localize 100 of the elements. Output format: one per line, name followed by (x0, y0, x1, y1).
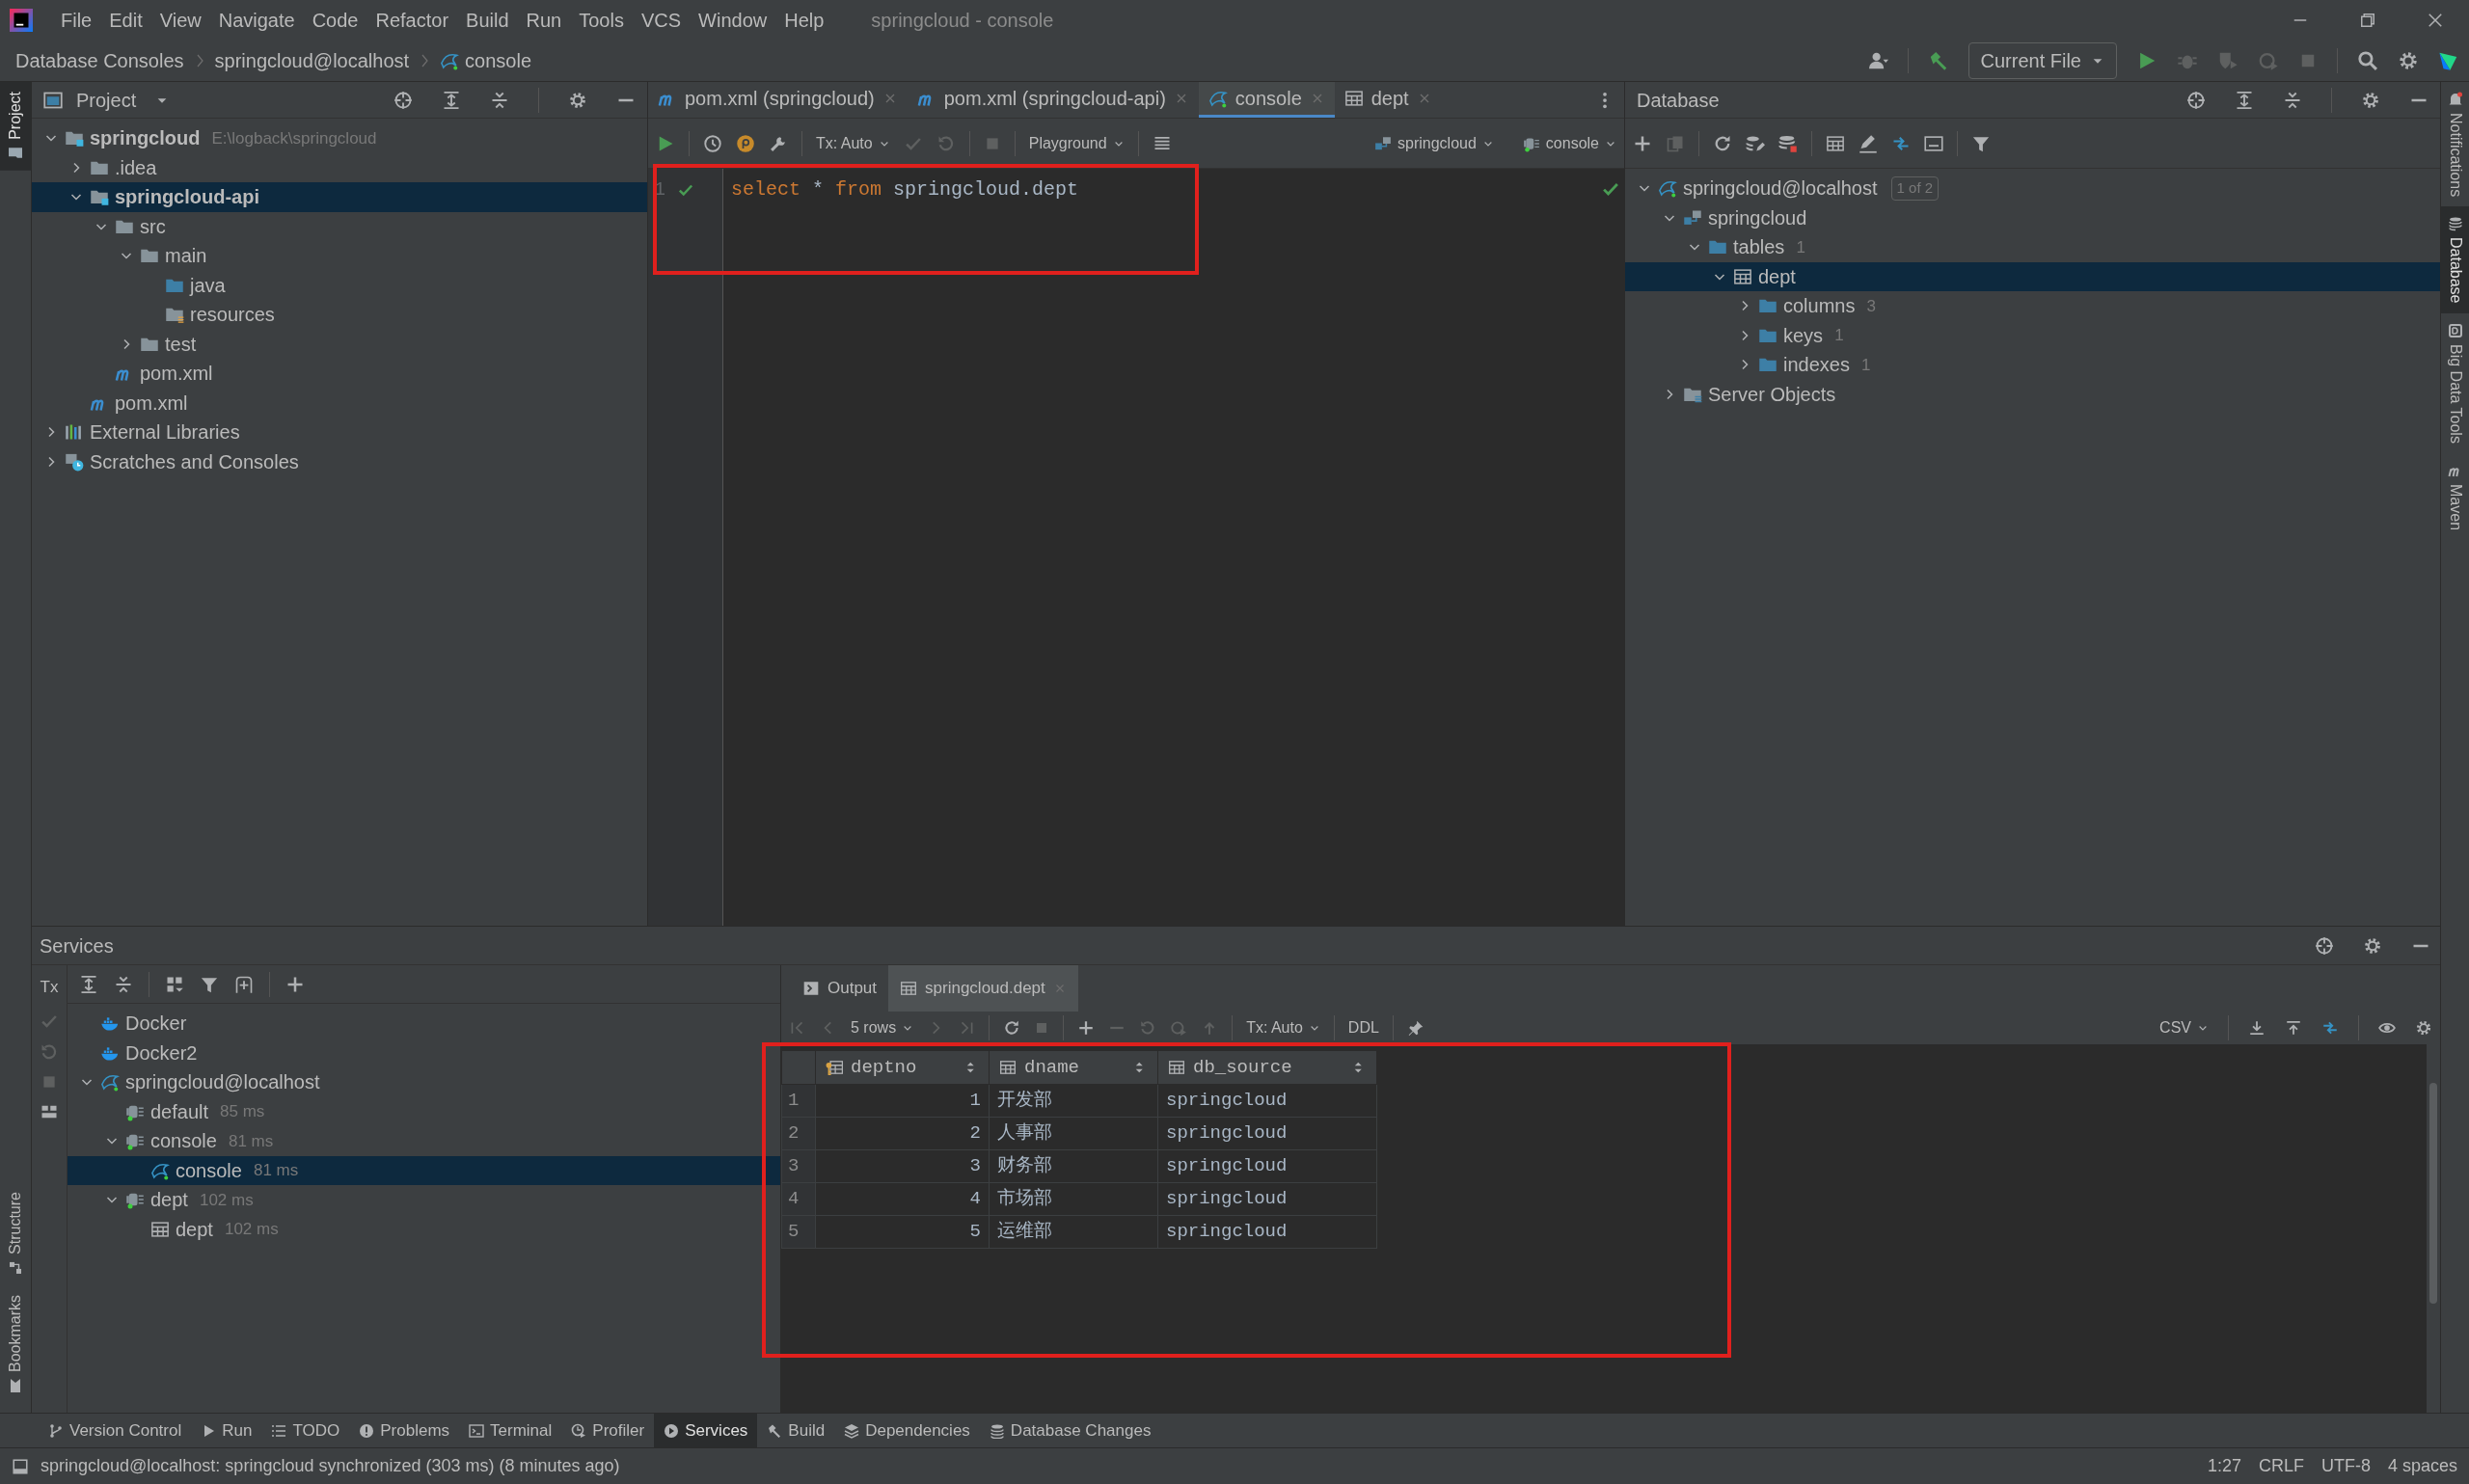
menu-item[interactable]: VCS (632, 5, 691, 35)
status-item[interactable]: 1:27 (2207, 1453, 2241, 1479)
tool-window-tab[interactable]: TODO (261, 1414, 350, 1447)
tool-window-tab[interactable]: Profiler (561, 1414, 655, 1447)
compare-icon[interactable] (2321, 1019, 2339, 1037)
settings-icon[interactable] (2363, 935, 2382, 956)
tree-item[interactable]: Docker2 (68, 1038, 780, 1067)
result-tab[interactable]: Output (791, 965, 889, 1012)
tree-item[interactable]: indexes 1 (1625, 350, 2440, 380)
tool-window-tab[interactable]: Dependencies (834, 1414, 980, 1447)
column-header[interactable]: deptno (815, 1050, 990, 1085)
tree-item[interactable]: java (32, 270, 647, 300)
tree-item[interactable]: .idea (32, 152, 647, 182)
tree-item[interactable]: pom.xml (32, 388, 647, 418)
settings-icon[interactable] (2361, 90, 2380, 110)
menu-item[interactable]: Build (457, 5, 518, 35)
tree-item[interactable]: console 81 ms (68, 1126, 780, 1156)
tree-item[interactable]: dept (1625, 261, 2440, 291)
scrollbar[interactable] (2427, 1044, 2440, 1413)
playground-dropdown[interactable]: Playground (1028, 131, 1125, 155)
tool-window-tab[interactable]: Build (757, 1414, 835, 1447)
locate-icon[interactable] (2315, 935, 2334, 956)
tree-item[interactable]: Scratches and Consoles (32, 446, 647, 476)
refresh-icon[interactable] (1003, 1019, 1021, 1037)
side-tab[interactable]: Structure (0, 1182, 31, 1285)
breadcrumb-item[interactable]: Database Consoles (15, 45, 184, 75)
menu-item[interactable]: File (52, 5, 101, 35)
menu-item[interactable]: Refactor (366, 5, 458, 35)
database-icon[interactable] (1778, 133, 1798, 153)
tree-item[interactable]: springcloud-api (32, 182, 647, 212)
refresh-icon[interactable] (1713, 133, 1732, 153)
tool-window-tab[interactable]: Run (191, 1414, 262, 1447)
locate-icon[interactable] (2186, 90, 2206, 110)
tree-item[interactable]: console 81 ms (68, 1155, 780, 1185)
settings-icon[interactable] (2398, 49, 2419, 71)
column-header[interactable]: db_source (1157, 1050, 1377, 1085)
collapse-all-icon[interactable] (2283, 90, 2302, 110)
side-tab[interactable]: Big Data Tools (2441, 312, 2469, 453)
search-icon[interactable] (2357, 49, 2378, 71)
menu-item[interactable]: Tools (570, 5, 633, 35)
transaction-mode-dropdown[interactable]: Tx: Auto (1246, 1016, 1320, 1039)
locate-icon[interactable] (393, 90, 413, 110)
tree-item[interactable]: default 85 ms (68, 1096, 780, 1126)
transaction-button[interactable]: Tx (40, 975, 59, 1000)
collapse-all-icon[interactable] (490, 90, 509, 110)
menu-item[interactable]: Help (775, 5, 833, 35)
tree-item[interactable]: External Libraries (32, 418, 647, 447)
tree-item[interactable]: src (32, 211, 647, 241)
editor-tab[interactable]: pom.xml (springcloud-api) (907, 82, 1199, 118)
pin-icon[interactable] (1406, 1019, 1424, 1037)
page-size-dropdown[interactable]: 5 rows (851, 1016, 914, 1039)
breadcrumb-item[interactable]: springcloud@localhost (214, 45, 410, 75)
menu-item[interactable]: Code (303, 5, 367, 35)
session-dropdown[interactable]: console (1522, 131, 1616, 155)
tree-item[interactable]: Server Objects (1625, 379, 2440, 409)
table-icon[interactable] (1826, 133, 1845, 153)
download-icon[interactable] (2248, 1019, 2266, 1037)
status-item[interactable]: 4 spaces (2387, 1453, 2457, 1479)
tree-item[interactable]: dept 102 ms (68, 1214, 780, 1244)
status-item[interactable]: CRLF (2258, 1453, 2304, 1479)
ddl-button[interactable]: DDL (1347, 1016, 1379, 1039)
tree-item[interactable]: main (32, 241, 647, 271)
tree-item[interactable]: springcloud@localhost (68, 1067, 780, 1097)
column-header[interactable]: dname (989, 1050, 1158, 1085)
tree-item[interactable]: pom.xml (32, 359, 647, 389)
console-icon[interactable] (1924, 133, 1943, 153)
expand-all-icon[interactable] (442, 90, 461, 110)
menu-item[interactable]: Edit (100, 5, 151, 35)
schema-dropdown[interactable]: springcloud (1374, 131, 1494, 155)
tree-item[interactable]: test (32, 329, 647, 359)
parameters-icon[interactable] (736, 133, 755, 153)
tree-item[interactable]: tables 1 (1625, 232, 2440, 262)
result-tab[interactable]: springcloud.dept (888, 965, 1078, 1012)
editor-tab[interactable]: dept (1334, 82, 1442, 118)
run-configuration-dropdown[interactable]: Current File (1967, 41, 2117, 79)
side-tab[interactable]: Maven (2441, 452, 2469, 540)
breadcrumb-item[interactable]: console (440, 45, 532, 75)
expand-all-icon[interactable] (79, 974, 98, 994)
side-tab[interactable]: Bookmarks (0, 1284, 31, 1403)
history-icon[interactable] (703, 133, 722, 153)
status-item[interactable]: UTF-8 (2320, 1453, 2371, 1479)
tree-item[interactable]: dept 102 ms (68, 1185, 780, 1215)
tool-window-tab[interactable]: Database Changes (979, 1414, 1161, 1447)
panel-title-dropdown[interactable]: Project (76, 85, 170, 115)
settings-icon[interactable] (568, 90, 587, 110)
edit-icon[interactable] (1859, 133, 1878, 153)
transaction-mode-dropdown[interactable]: Tx: Auto (816, 131, 890, 155)
tree-item[interactable]: springcloud E:\logback\springcloud (32, 123, 647, 153)
side-tab[interactable]: Database (2441, 206, 2469, 313)
tool-window-tab[interactable]: Services (654, 1414, 758, 1447)
expand-all-icon[interactable] (2235, 90, 2254, 110)
tree-item[interactable]: columns 3 (1625, 291, 2440, 321)
side-tab[interactable]: Project (0, 82, 31, 171)
tree-item[interactable]: springcloud (1625, 202, 2440, 232)
tool-window-tab[interactable]: Problems (349, 1414, 460, 1447)
collapse-all-icon[interactable] (114, 974, 133, 994)
tree-item[interactable]: keys 1 (1625, 320, 2440, 350)
status-icon[interactable] (12, 1457, 29, 1475)
tool-window-tab[interactable]: Version Control (39, 1414, 192, 1447)
upload-icon[interactable] (2285, 1019, 2302, 1037)
